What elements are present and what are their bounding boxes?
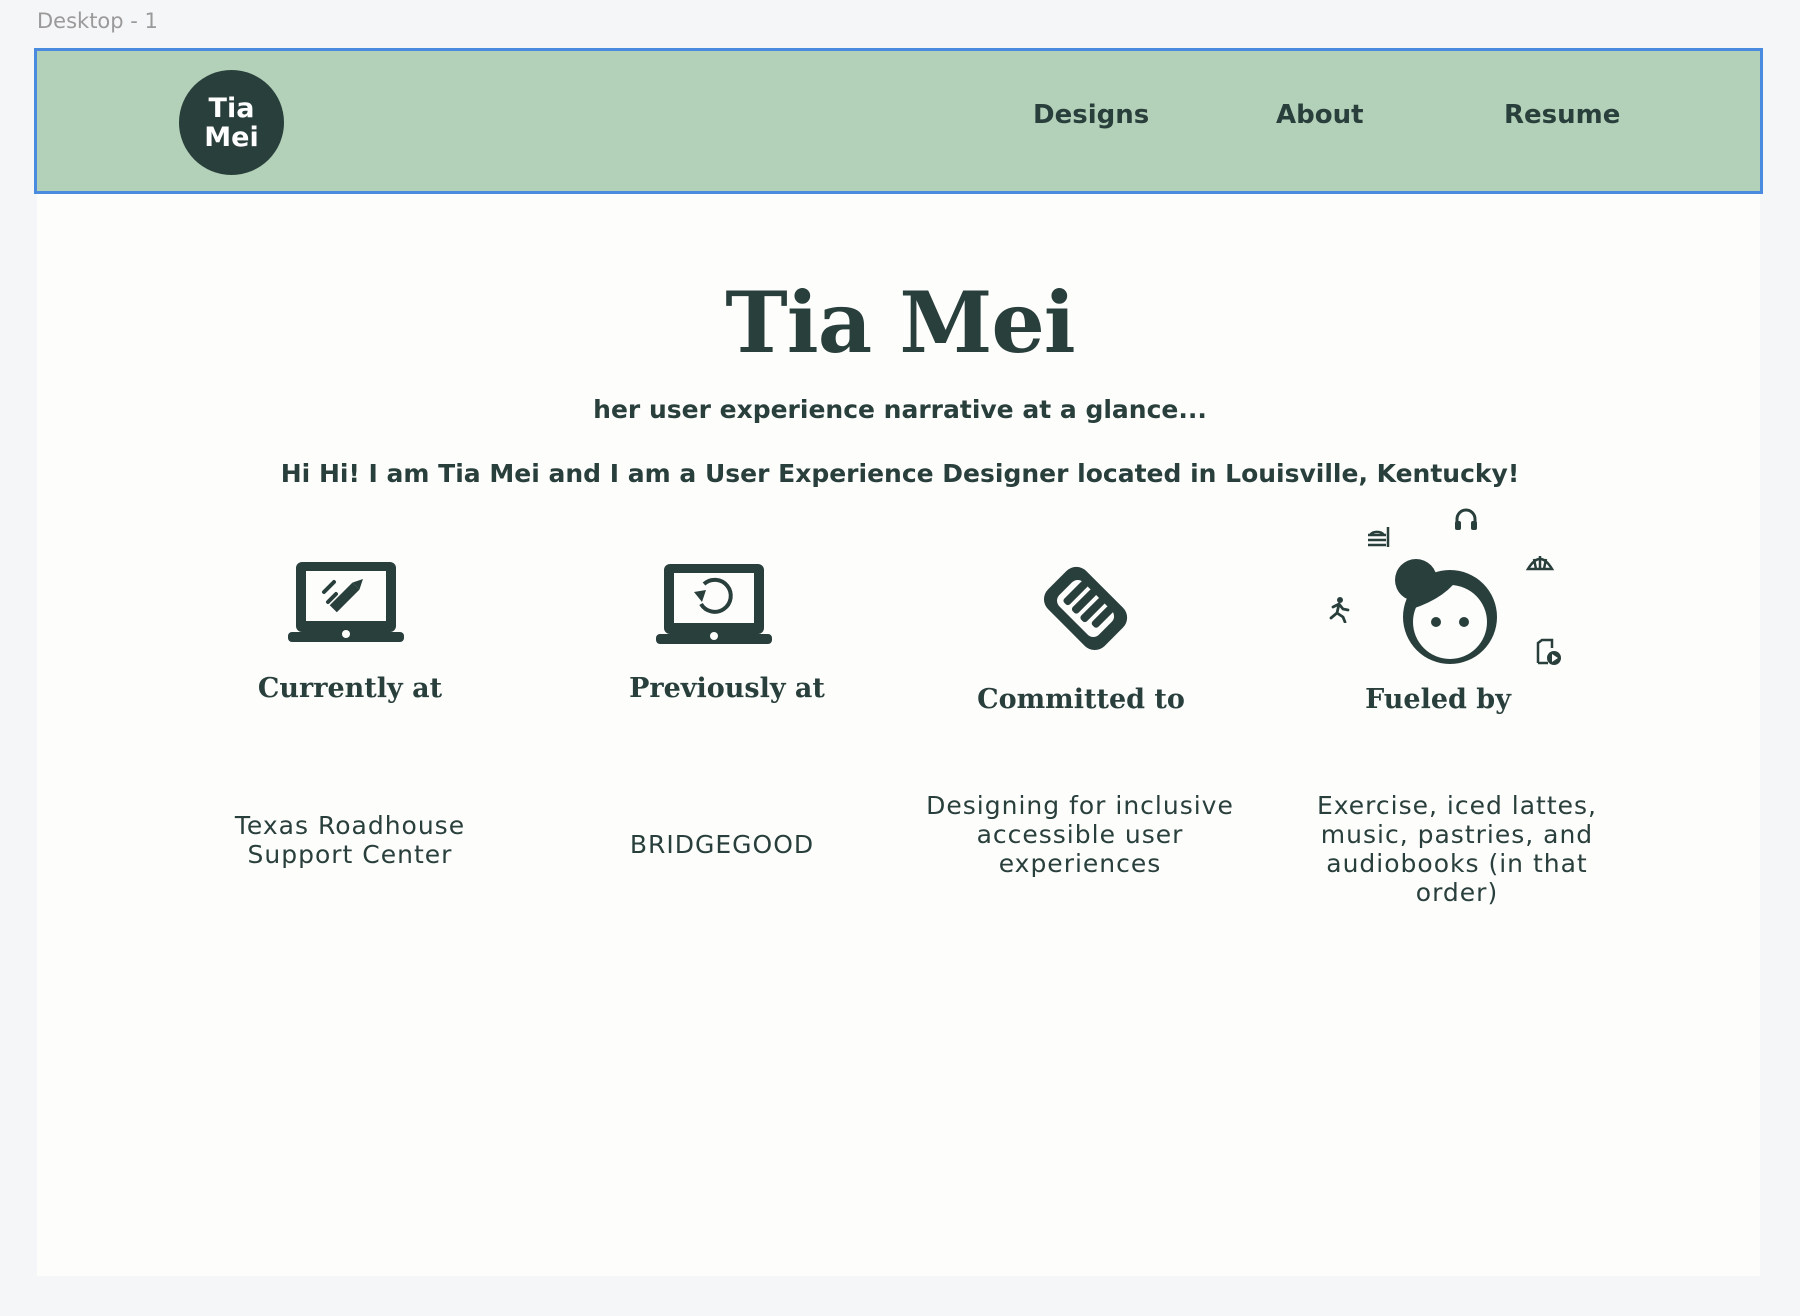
audiobook-icon [1533, 637, 1563, 672]
handshake-icon [1024, 560, 1140, 669]
laptop-edit-icon [286, 560, 406, 651]
nav-designs[interactable]: Designs [1033, 100, 1149, 130]
card-title-current: Currently at [257, 673, 443, 704]
navbar: Tia Mei Designs About Resume [34, 48, 1763, 194]
card-title-fueled: Fueled by [1365, 684, 1511, 715]
logo[interactable]: Tia Mei [179, 70, 284, 175]
card-text-previous: BRIDGEGOOD [629, 830, 815, 859]
laptop-history-icon [654, 562, 774, 653]
logo-text-line1: Tia [208, 92, 255, 124]
card-title-committed: Committed to [977, 684, 1185, 715]
page-title: Tia Mei [725, 273, 1075, 372]
headphones-icon [1452, 505, 1480, 538]
nav-about[interactable]: About [1276, 100, 1364, 130]
tagline: her user experience narrative at a glanc… [593, 395, 1207, 424]
intro-text: Hi Hi! I am Tia Mei and I am a User Expe… [280, 459, 1520, 488]
frame-label: Desktop - 1 [37, 9, 158, 33]
running-icon [1325, 595, 1353, 628]
face-icon [1390, 557, 1502, 674]
logo-text-line2: Mei [204, 121, 259, 153]
food-icon [1364, 521, 1394, 556]
croissant-icon [1525, 551, 1555, 580]
card-text-current: Texas Roadhouse Support Center [234, 811, 466, 869]
card-text-committed: Designing for inclusive accessible user … [926, 791, 1234, 878]
card-text-fueled: Exercise, iced lattes, music, pastries, … [1316, 791, 1598, 907]
card-title-previous: Previously at [629, 673, 825, 704]
nav-resume[interactable]: Resume [1504, 100, 1620, 130]
